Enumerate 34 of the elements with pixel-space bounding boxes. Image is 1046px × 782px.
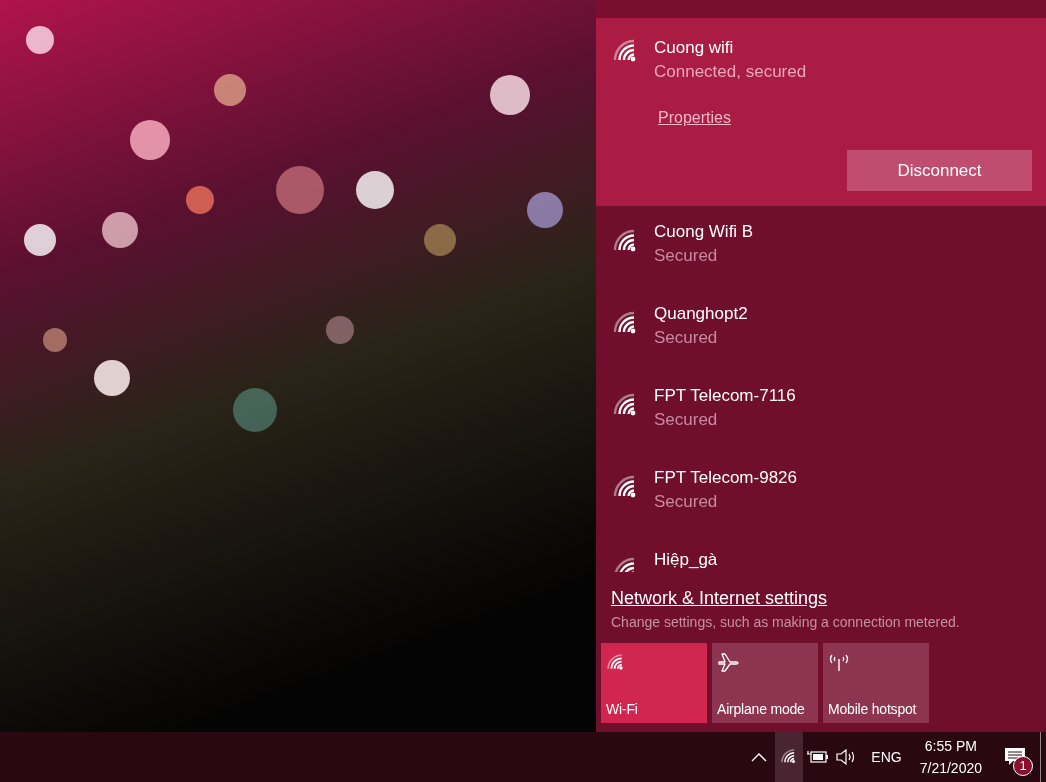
network-item[interactable]: Cuong Wifi B Secured	[596, 206, 1046, 288]
network-name: FPT Telecom-7116	[654, 385, 796, 407]
network-status: Secured	[654, 327, 719, 349]
network-status: Secured	[654, 491, 719, 513]
network-name: Cuong Wifi B	[654, 221, 754, 243]
quick-action-tile[interactable]: Mobile hotspot	[823, 643, 929, 723]
network-tray-button[interactable]	[775, 732, 804, 782]
chevron-up-icon[interactable]	[751, 752, 768, 762]
quick-action-tile[interactable]: Wi-Fi	[601, 643, 707, 723]
battery-icon[interactable]	[807, 750, 830, 764]
network-item[interactable]: FPT Telecom-9826 Secured	[596, 452, 1046, 534]
wifi-icon	[606, 653, 626, 673]
network-name: Quanghopt2	[654, 303, 748, 325]
language-indicator[interactable]: ENG	[871, 746, 902, 768]
quick-action-tile[interactable]: Airplane mode	[712, 643, 818, 723]
airplane-icon	[717, 653, 739, 673]
network-settings-link[interactable]: Network & Internet settings	[611, 586, 828, 610]
network-status: Secured	[654, 245, 719, 267]
settings-description: Change settings, such as making a connection metered.	[611, 613, 961, 632]
network-item[interactable]: Quanghopt2 Secured	[596, 288, 1046, 370]
connected-network[interactable]: Cuong wifi Connected, secured Properties Disconnect	[596, 18, 1046, 206]
action-center-button[interactable]: 1	[990, 732, 1040, 782]
notification-badge: 1	[1013, 756, 1033, 776]
network-name: Hiệp_gà	[654, 549, 718, 571]
clock[interactable]: 6:55 PM 7/21/2020	[911, 735, 990, 779]
disconnect-button[interactable]: Disconnect	[847, 150, 1032, 191]
network-item[interactable]: FPT Telecom-7116 Secured	[596, 370, 1046, 452]
properties-link[interactable]: Properties	[658, 106, 731, 130]
network-status: Connected, secured	[654, 61, 807, 83]
hotspot-icon	[828, 653, 850, 673]
network-item[interactable]: Hiệp_gà	[596, 534, 1046, 572]
network-status: Secured	[654, 409, 719, 431]
network-name: Cuong wifi	[654, 37, 735, 59]
network-name: FPT Telecom-9826	[654, 467, 797, 489]
